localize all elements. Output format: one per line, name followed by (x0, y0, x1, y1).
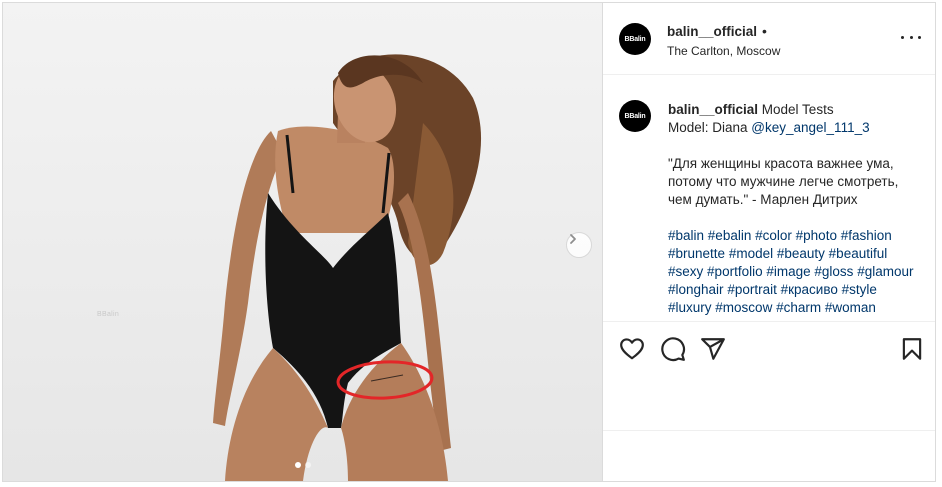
follow-bullet: • (762, 23, 767, 39)
hashtag-row: #balin #ebalin #color #photo #fashion (668, 227, 930, 245)
quote-line: "Для женщины красота важнее ума, (668, 156, 894, 171)
more-options-icon[interactable] (901, 31, 921, 43)
chevron-right-icon (570, 234, 576, 244)
hashtag-link[interactable]: #gloss (814, 264, 853, 279)
caption-model: Model: Diana (668, 120, 752, 135)
quote-line: потому что мужчине легче смотреть, (668, 174, 899, 189)
bookmark-icon[interactable] (899, 336, 925, 362)
caption-title: Model Tests (758, 102, 834, 117)
hashtag-link[interactable]: #photo (796, 228, 837, 243)
caption-section: ΒBalin balin__official Model Tests Model… (603, 76, 935, 320)
hashtag-link[interactable]: #beauty (777, 246, 825, 261)
hashtag-list: #balin #ebalin #color #photo #fashion #br… (668, 227, 930, 317)
hashtag-link[interactable]: #color (755, 228, 792, 243)
hashtag-row: #sexy #portfolio #image #gloss #glamour (668, 263, 930, 281)
hashtag-link[interactable]: #portrait (727, 282, 777, 297)
carousel-dot-active (295, 462, 301, 468)
heart-icon[interactable] (619, 336, 645, 362)
hashtag-link[interactable]: #brunette (668, 246, 725, 261)
avatar[interactable]: ΒBalin (619, 23, 651, 55)
hashtag-link[interactable]: #portfolio (707, 264, 763, 279)
hashtag-link[interactable]: #sexy (668, 264, 703, 279)
caption-avatar[interactable]: ΒBalin (619, 100, 651, 132)
hashtag-row: #brunette #model #beauty #beautiful (668, 245, 930, 263)
hashtag-link[interactable]: #balin (668, 228, 704, 243)
post-media[interactable]: ΒBalin (3, 3, 602, 481)
carousel-dots (295, 462, 311, 468)
caption-text: balin__official Model Tests Model: Diana… (668, 101, 930, 317)
post-sidebar: ΒBalin balin__official • The Carlton, Mo… (602, 3, 935, 481)
hashtag-link[interactable]: #charm (776, 300, 821, 315)
hashtag-link[interactable]: #fashion (841, 228, 892, 243)
action-bar (603, 321, 935, 431)
caption-username[interactable]: balin__official (668, 102, 758, 117)
next-slide-button[interactable] (566, 232, 592, 258)
hashtag-link[interactable]: #woman (825, 300, 876, 315)
hashtag-link[interactable]: #moscow (715, 300, 772, 315)
carousel-dot (305, 462, 311, 468)
quote-line: чем думать." - Марлен Дитрих (668, 192, 858, 207)
location-link[interactable]: The Carlton, Moscow (667, 44, 780, 58)
watermark: ΒBalin (97, 311, 120, 318)
hashtag-link[interactable]: #beautiful (829, 246, 888, 261)
hashtag-link[interactable]: #ebalin (708, 228, 752, 243)
post-header: ΒBalin balin__official • The Carlton, Mo… (603, 3, 935, 75)
share-icon[interactable] (700, 336, 726, 362)
hashtag-row: #luxury #moscow #charm #woman (668, 299, 930, 317)
username-link[interactable]: balin__official (667, 24, 757, 39)
comment-icon[interactable] (660, 336, 686, 362)
hashtag-link[interactable]: #model (729, 246, 773, 261)
hashtag-link[interactable]: #glamour (857, 264, 913, 279)
hashtag-link[interactable]: #style (842, 282, 877, 297)
hashtag-row: #longhair #portrait #красиво #style (668, 281, 930, 299)
model-photo (213, 54, 482, 481)
hashtag-link[interactable]: #image (766, 264, 810, 279)
hashtag-link[interactable]: #longhair (668, 282, 724, 297)
hashtag-link[interactable]: #luxury (668, 300, 712, 315)
hashtag-link[interactable]: #красиво (781, 282, 838, 297)
mention-link[interactable]: @key_angel_111_3 (751, 120, 869, 135)
post-frame: ΒBalin ΒBalin balin__official • The Carl… (2, 2, 936, 482)
